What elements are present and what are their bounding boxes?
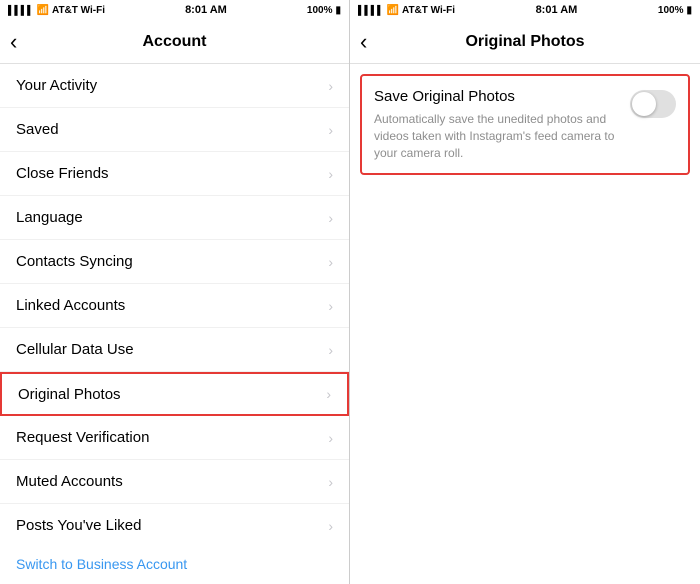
right-time: 8:01 AM <box>536 4 578 16</box>
menu-label-close-friends: Close Friends <box>16 165 109 182</box>
menu-item-request-verification[interactable]: Request Verification › <box>0 416 349 460</box>
chevron-icon-cellular-data-use: › <box>328 342 333 358</box>
left-battery-icon: ▮ <box>335 5 341 16</box>
menu-item-linked-accounts[interactable]: Linked Accounts › <box>0 284 349 328</box>
right-nav-title: Original Photos <box>465 33 584 51</box>
chevron-icon-language: › <box>328 210 333 226</box>
chevron-icon-request-verification: › <box>328 430 333 446</box>
chevron-icon-saved: › <box>328 122 333 138</box>
right-carrier-label: AT&T Wi-Fi <box>402 5 455 16</box>
menu-label-request-verification: Request Verification <box>16 429 149 446</box>
left-carrier-label: AT&T Wi-Fi <box>52 5 105 16</box>
setting-card-text: Save Original Photos Automatically save … <box>374 88 630 161</box>
save-original-photos-toggle[interactable] <box>630 90 676 118</box>
menu-label-posts-youve-liked: Posts You've Liked <box>16 517 141 534</box>
setting-title: Save Original Photos <box>374 88 618 105</box>
chevron-icon-muted-accounts: › <box>328 474 333 490</box>
left-status-bar: ▌▌▌▌ 📶 AT&T Wi-Fi 8:01 AM 100% ▮ <box>0 0 349 20</box>
right-back-button[interactable]: ‹ <box>360 29 367 55</box>
right-battery-label: 100% <box>658 5 684 16</box>
chevron-icon-your-activity: › <box>328 78 333 94</box>
right-nav-bar: ‹ Original Photos <box>350 20 700 64</box>
left-wifi-icon: 📶 <box>37 5 49 16</box>
menu-item-saved[interactable]: Saved › <box>0 108 349 152</box>
right-carrier-info: ▌▌▌▌ 📶 AT&T Wi-Fi <box>358 5 455 16</box>
left-battery-info: 100% ▮ <box>307 5 341 16</box>
menu-label-language: Language <box>16 209 83 226</box>
chevron-icon-contacts-syncing: › <box>328 254 333 270</box>
menu-label-your-activity: Your Activity <box>16 77 97 94</box>
right-battery-info: 100% ▮ <box>658 5 692 16</box>
account-menu-list: Your Activity › Saved › Close Friends › … <box>0 64 349 544</box>
right-panel: ▌▌▌▌ 📶 AT&T Wi-Fi 8:01 AM 100% ▮ ‹ Origi… <box>350 0 700 584</box>
left-nav-title: Account <box>143 33 207 51</box>
right-status-bar: ▌▌▌▌ 📶 AT&T Wi-Fi 8:01 AM 100% ▮ <box>350 0 700 20</box>
left-carrier-info: ▌▌▌▌ 📶 AT&T Wi-Fi <box>8 5 105 16</box>
menu-label-saved: Saved <box>16 121 59 138</box>
left-time: 8:01 AM <box>185 4 227 16</box>
right-battery-icon: ▮ <box>686 5 692 16</box>
chevron-icon-close-friends: › <box>328 166 333 182</box>
switch-to-business-link[interactable]: Switch to Business Account <box>0 544 349 584</box>
menu-label-contacts-syncing: Contacts Syncing <box>16 253 133 270</box>
right-wifi-icon: 📶 <box>387 5 399 16</box>
menu-item-contacts-syncing[interactable]: Contacts Syncing › <box>0 240 349 284</box>
menu-label-linked-accounts: Linked Accounts <box>16 297 125 314</box>
menu-label-muted-accounts: Muted Accounts <box>16 473 123 490</box>
chevron-icon-original-photos: › <box>326 386 331 402</box>
menu-item-original-photos[interactable]: Original Photos › <box>0 372 349 416</box>
left-battery-label: 100% <box>307 5 333 16</box>
left-nav-bar: ‹ Account <box>0 20 349 64</box>
left-signal-icon: ▌▌▌▌ <box>8 5 34 15</box>
chevron-icon-linked-accounts: › <box>328 298 333 314</box>
chevron-icon-posts-youve-liked: › <box>328 518 333 534</box>
menu-item-muted-accounts[interactable]: Muted Accounts › <box>0 460 349 504</box>
left-panel: ▌▌▌▌ 📶 AT&T Wi-Fi 8:01 AM 100% ▮ ‹ Accou… <box>0 0 350 584</box>
menu-label-cellular-data-use: Cellular Data Use <box>16 341 134 358</box>
save-original-photos-card: Save Original Photos Automatically save … <box>360 74 690 175</box>
setting-description: Automatically save the unedited photos a… <box>374 111 618 161</box>
menu-item-language[interactable]: Language › <box>0 196 349 240</box>
menu-item-cellular-data-use[interactable]: Cellular Data Use › <box>0 328 349 372</box>
left-back-button[interactable]: ‹ <box>10 29 17 55</box>
menu-item-your-activity[interactable]: Your Activity › <box>0 64 349 108</box>
menu-item-posts-youve-liked[interactable]: Posts You've Liked › <box>0 504 349 544</box>
menu-item-close-friends[interactable]: Close Friends › <box>0 152 349 196</box>
menu-label-original-photos: Original Photos <box>18 386 121 403</box>
right-signal-icon: ▌▌▌▌ <box>358 5 384 15</box>
